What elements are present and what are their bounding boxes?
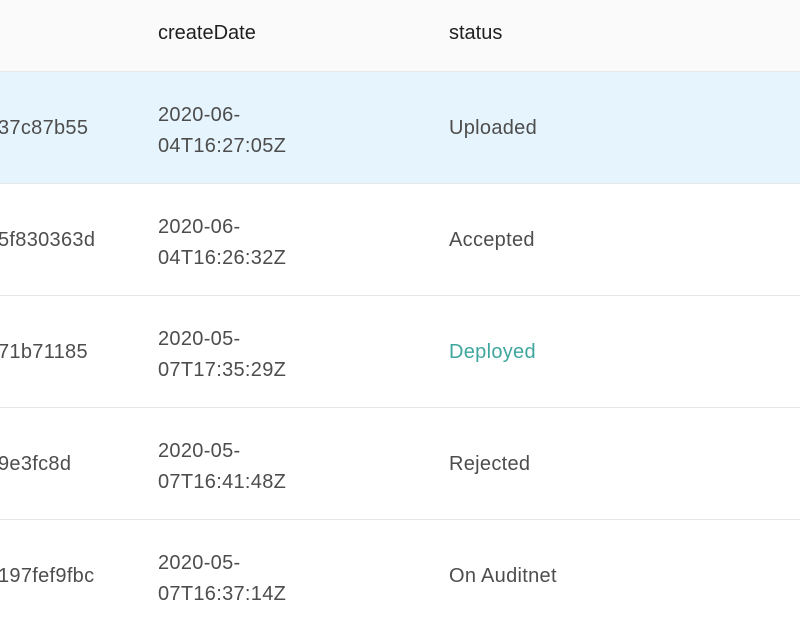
row-createdate-cell: 2020-05- 07T16:37:14Z	[158, 548, 338, 610]
table-row[interactable]: 5f830363d 2020-06- 04T16:26:32Z Accepted	[0, 184, 800, 296]
date-part-2: 07T16:41:48Z	[158, 471, 287, 493]
table-row[interactable]: 71b71185 2020-05- 07T17:35:29Z Deployed	[0, 296, 800, 408]
row-id-cell: 5f830363d	[0, 229, 96, 251]
row-status-cell: Uploaded	[449, 117, 538, 139]
date-part-2: 07T16:37:14Z	[158, 583, 287, 605]
row-status-link[interactable]: Deployed	[449, 296, 536, 408]
date-part-1: 2020-05-	[158, 552, 241, 574]
row-createdate-cell: 2020-05- 07T16:41:48Z	[158, 436, 338, 498]
date-part-2: 04T16:26:32Z	[158, 247, 287, 269]
row-status-cell: Rejected	[449, 453, 531, 475]
row-status-cell: Accepted	[449, 229, 535, 251]
row-id-cell: 71b71185	[0, 341, 88, 363]
column-header-createdate[interactable]: createDate	[158, 0, 256, 72]
table-row[interactable]: 37c87b55 2020-06- 04T16:27:05Z Uploaded	[0, 72, 800, 184]
table-row[interactable]: 197fef9fbc 2020-05- 07T16:37:14Z On Audi…	[0, 520, 800, 628]
column-header-status[interactable]: status	[449, 0, 502, 72]
date-part-2: 07T17:35:29Z	[158, 359, 287, 381]
row-id-cell: 9e3fc8d	[0, 453, 72, 475]
table-row[interactable]: 9e3fc8d 2020-05- 07T16:41:48Z Rejected	[0, 408, 800, 520]
date-part-1: 2020-05-	[158, 328, 241, 350]
date-part-1: 2020-06-	[158, 216, 241, 238]
row-id-cell: 197fef9fbc	[0, 565, 95, 587]
date-part-2: 04T16:27:05Z	[158, 135, 287, 157]
row-createdate-cell: 2020-05- 07T17:35:29Z	[158, 324, 338, 386]
date-part-1: 2020-06-	[158, 104, 241, 126]
data-table: createDate status 37c87b55 2020-06- 04T1…	[0, 0, 800, 628]
row-id-cell: 37c87b55	[0, 117, 89, 139]
date-part-1: 2020-05-	[158, 440, 241, 462]
row-status-cell: On Auditnet	[449, 565, 557, 587]
row-createdate-cell: 2020-06- 04T16:27:05Z	[158, 100, 338, 162]
table-header: createDate status	[0, 0, 800, 72]
row-createdate-cell: 2020-06- 04T16:26:32Z	[158, 212, 338, 274]
